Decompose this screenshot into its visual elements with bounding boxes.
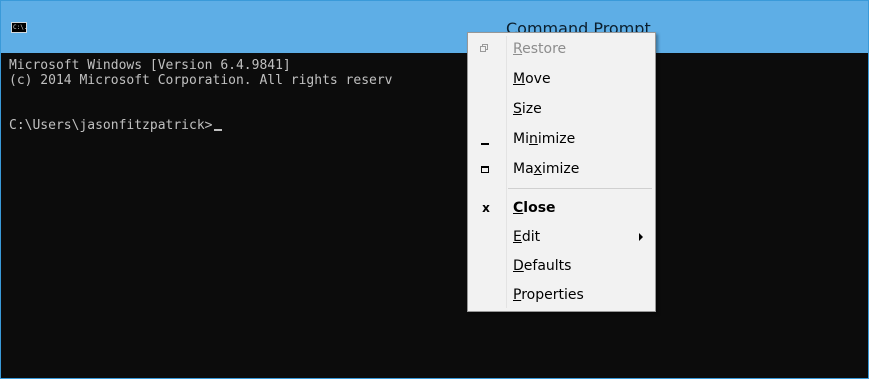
menu-item-defaults[interactable]: Defaults (470, 252, 653, 280)
menu-item-label: Restore (513, 41, 567, 57)
menu-item-label: Maximize (513, 161, 580, 177)
close-icon: x (482, 201, 490, 215)
title-bar[interactable]: C:\. Command Prompt (1, 1, 868, 53)
menu-item-maximize[interactable]: Maximize (470, 155, 653, 183)
menu-item-label: Minimize (513, 131, 576, 147)
submenu-arrow-icon (639, 233, 643, 241)
maximize-icon (481, 166, 489, 173)
menu-item-restore[interactable]: Restore (470, 35, 653, 63)
menu-item-size[interactable]: Size (470, 95, 653, 123)
menu-item-label: Move (513, 71, 551, 87)
text-cursor (213, 129, 222, 131)
console-prompt-line: C:\Users\jasonfitzpatrick> (9, 118, 222, 133)
menu-item-minimize[interactable]: Minimize (470, 125, 653, 153)
menu-item-close[interactable]: x Close (470, 194, 653, 222)
console-output[interactable]: Microsoft Windows [Version 6.4.9841] (c)… (1, 53, 868, 378)
menu-item-properties[interactable]: Properties (470, 281, 653, 309)
prompt-text: C:\Users\jasonfitzpatrick> (9, 118, 213, 133)
system-menu: Restore Move Size Minimize Maximize x Cl… (467, 32, 656, 312)
console-app-icon[interactable]: C:\. (11, 22, 27, 33)
menu-item-edit[interactable]: Edit (470, 223, 653, 251)
menu-item-move[interactable]: Move (470, 65, 653, 93)
console-line: (c) 2014 Microsoft Corporation. All righ… (9, 73, 393, 88)
console-line: Microsoft Windows [Version 6.4.9841] (9, 58, 291, 73)
menu-item-label: Edit (513, 229, 541, 245)
menu-item-label: Defaults (513, 258, 572, 274)
minimize-icon (481, 143, 489, 145)
restore-icon (480, 44, 488, 52)
command-prompt-window: C:\. Command Prompt Microsoft Windows [V… (0, 0, 869, 379)
menu-item-label: Size (513, 101, 542, 117)
menu-separator (508, 188, 652, 189)
menu-item-label: Close (513, 200, 556, 216)
menu-item-label: Properties (513, 287, 584, 303)
